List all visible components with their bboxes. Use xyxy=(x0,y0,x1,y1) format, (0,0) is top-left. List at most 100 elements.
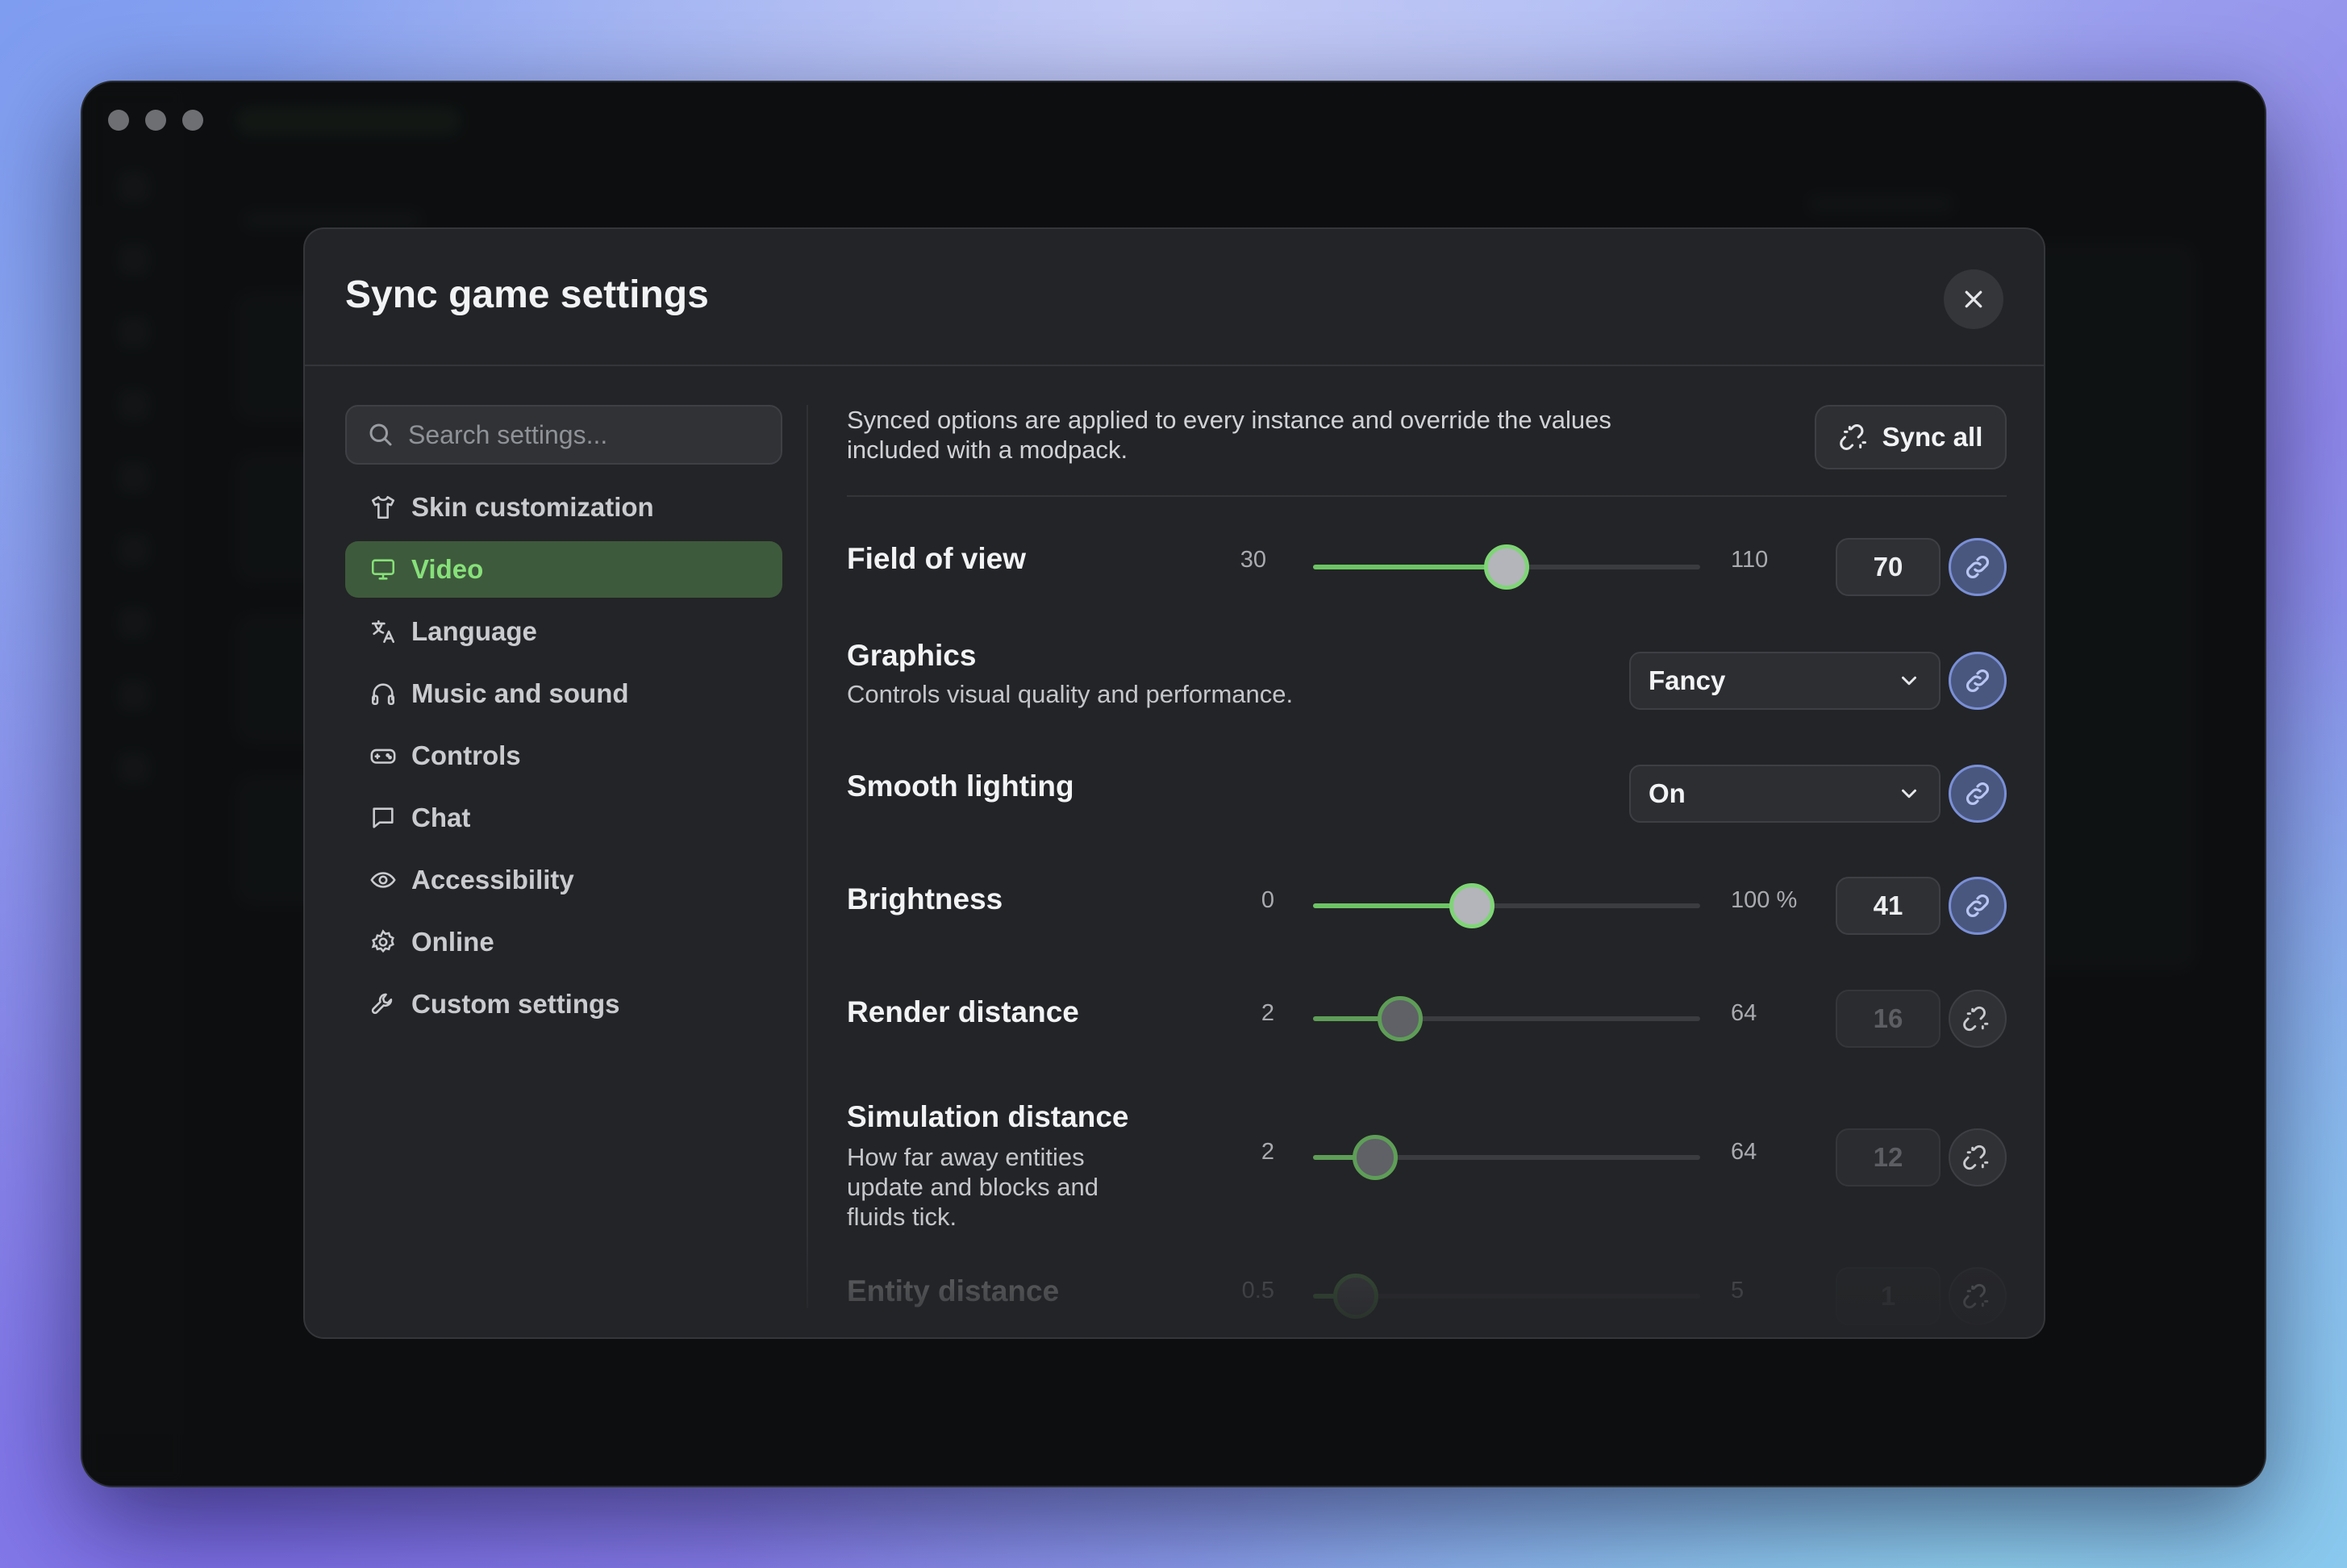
render-distance-max: 64 xyxy=(1731,1000,1757,1026)
close-window-dot[interactable] xyxy=(108,110,129,131)
settings-sidebar: Skin customization Video Language Music … xyxy=(345,405,782,1038)
entity-distance-max: 5 xyxy=(1731,1278,1745,1303)
brightness-label: Brightness xyxy=(847,882,1003,915)
link-icon xyxy=(1966,556,1989,578)
close-button[interactable] xyxy=(1944,269,2003,329)
nav-label: Language xyxy=(411,616,537,646)
nav-item-custom-settings[interactable]: Custom settings xyxy=(345,976,782,1032)
fov-slider[interactable] xyxy=(1313,544,1700,590)
eye-icon xyxy=(370,872,396,888)
unlink-icon xyxy=(1963,1283,1991,1309)
nav-label: Controls xyxy=(411,740,521,770)
column-divider xyxy=(807,405,808,1308)
nav-label: Online xyxy=(411,927,494,957)
nav-item-video[interactable]: Video xyxy=(345,541,782,598)
unlink-icon xyxy=(1839,423,1869,451)
entity-distance-value-input[interactable]: 1 xyxy=(1836,1267,1941,1325)
intro-text: Synced options are applied to every inst… xyxy=(847,406,1611,464)
simulation-distance-sync-toggle[interactable] xyxy=(1949,1128,2007,1186)
nav-item-music-and-sound[interactable]: Music and sound xyxy=(345,665,782,722)
fov-label: Field of view xyxy=(847,542,1027,575)
entity-distance-slider[interactable] xyxy=(1313,1274,1700,1319)
sync-settings-modal: Sync game settings Skin customization Vi… xyxy=(303,227,2045,1339)
render-distance-min: 2 xyxy=(1261,1000,1274,1026)
entity-distance-sync-toggle[interactable] xyxy=(1949,1267,2007,1325)
entity-distance-min: 0.5 xyxy=(1241,1278,1274,1303)
fov-max: 110 xyxy=(1731,547,1769,573)
wrench-icon xyxy=(371,993,393,1015)
nav-label: Custom settings xyxy=(411,989,620,1019)
header-divider xyxy=(847,495,2007,497)
fov-value-input[interactable]: 70 xyxy=(1836,538,1941,596)
render-distance-label: Render distance xyxy=(847,995,1079,1028)
entity-distance-label: Entity distance xyxy=(847,1274,1060,1307)
graphics-sync-toggle[interactable] xyxy=(1949,652,2007,710)
search-box[interactable] xyxy=(345,405,782,465)
gear-icon xyxy=(371,929,394,953)
render-distance-slider-thumb[interactable] xyxy=(1378,996,1424,1041)
search-input[interactable] xyxy=(408,419,747,450)
unlink-icon xyxy=(1963,1006,1991,1032)
brightness-sync-toggle[interactable] xyxy=(1949,877,2007,935)
nav-item-controls[interactable]: Controls xyxy=(345,728,782,784)
smooth-lighting-select[interactable]: On xyxy=(1629,765,1941,823)
nav-item-online[interactable]: Online xyxy=(345,914,782,970)
chevron-down-icon xyxy=(1902,676,1916,686)
smooth-lighting-sync-toggle[interactable] xyxy=(1949,765,2007,823)
nav-label: Chat xyxy=(411,803,471,832)
brightness-slider[interactable] xyxy=(1313,883,1700,928)
zoom-window-dot[interactable] xyxy=(182,110,203,131)
close-icon xyxy=(1965,290,1982,308)
sync-all-button[interactable]: Sync all xyxy=(1815,405,2007,469)
modal-header: Sync game settings xyxy=(305,229,2044,366)
settings-nav: Skin customization Video Language Music … xyxy=(345,479,782,1032)
monitor-icon xyxy=(371,559,395,580)
render-distance-slider[interactable] xyxy=(1313,996,1700,1041)
link-icon xyxy=(1966,669,1989,692)
simulation-distance-max: 64 xyxy=(1731,1139,1757,1165)
graphics-label: Graphics xyxy=(847,639,977,672)
simulation-distance-value-input[interactable]: 12 xyxy=(1836,1128,1941,1186)
nav-label: Skin customization xyxy=(411,492,654,522)
nav-item-accessibility[interactable]: Accessibility xyxy=(345,852,782,908)
window-controls xyxy=(108,110,203,131)
minimize-window-dot[interactable] xyxy=(145,110,166,131)
render-distance-sync-toggle[interactable] xyxy=(1949,990,2007,1048)
entity-distance-slider-thumb[interactable] xyxy=(1333,1274,1379,1319)
simulation-distance-min: 2 xyxy=(1261,1139,1274,1165)
simulation-distance-description: How far away entities update and blocks … xyxy=(847,1143,1098,1231)
fov-slider-thumb[interactable] xyxy=(1484,544,1529,590)
fov-min: 30 xyxy=(1240,547,1266,573)
fov-sync-toggle[interactable] xyxy=(1949,538,2007,596)
translate-icon xyxy=(371,619,395,644)
simulation-distance-slider[interactable] xyxy=(1313,1135,1700,1180)
nav-label: Music and sound xyxy=(411,678,629,708)
unlink-icon xyxy=(1963,1145,1991,1170)
nav-item-chat[interactable]: Chat xyxy=(345,790,782,846)
search-icon xyxy=(369,423,392,446)
brightness-min: 0 xyxy=(1261,887,1274,913)
shirt-icon xyxy=(371,495,395,519)
simulation-distance-slider-thumb[interactable] xyxy=(1353,1135,1399,1180)
gamepad-icon xyxy=(370,749,396,764)
link-icon xyxy=(1966,895,1989,917)
settings-content: Synced options are applied to every inst… xyxy=(847,405,2007,1337)
brightness-max: 100 % xyxy=(1731,887,1798,913)
nav-label: Accessibility xyxy=(411,865,574,895)
render-distance-value-input[interactable]: 16 xyxy=(1836,990,1941,1048)
graphics-select-value: Fancy xyxy=(1649,665,1726,695)
sync-all-label: Sync all xyxy=(1882,422,1983,452)
fov-slider-fill xyxy=(1313,565,1507,569)
graphics-select[interactable]: Fancy xyxy=(1629,652,1941,710)
brightness-slider-fill xyxy=(1313,903,1472,908)
brightness-slider-thumb[interactable] xyxy=(1449,883,1494,928)
nav-item-language[interactable]: Language xyxy=(345,603,782,660)
chevron-down-icon xyxy=(1902,789,1916,799)
headphones-icon xyxy=(371,683,395,706)
nav-item-skin-customization[interactable]: Skin customization xyxy=(345,479,782,536)
link-icon xyxy=(1966,782,1989,805)
chat-bubble-icon xyxy=(373,807,394,828)
nav-label: Video xyxy=(411,554,484,584)
brightness-value-input[interactable]: 41 xyxy=(1836,877,1941,935)
smooth-lighting-select-value: On xyxy=(1649,778,1686,808)
